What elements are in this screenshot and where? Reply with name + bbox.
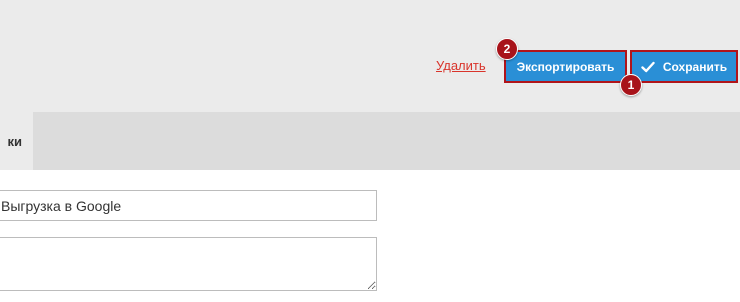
step-marker-1: 1 [620, 74, 642, 96]
check-icon [641, 61, 655, 72]
description-textarea[interactable] [0, 237, 377, 291]
tab-active[interactable]: ки [0, 112, 33, 170]
save-button[interactable]: Сохранить [630, 50, 738, 83]
delete-link[interactable]: Удалить [436, 58, 486, 73]
export-button[interactable]: Экспортировать [504, 50, 627, 83]
toolbar: Удалить Экспортировать Сохранить 2 1 [0, 0, 740, 112]
export-button-label: Экспортировать [516, 59, 615, 74]
name-input[interactable] [0, 190, 377, 221]
step-marker-2: 2 [496, 38, 518, 60]
tab-bar: ки [0, 112, 740, 170]
tab-active-label: ки [7, 133, 23, 149]
save-button-label: Сохранить [662, 59, 728, 74]
